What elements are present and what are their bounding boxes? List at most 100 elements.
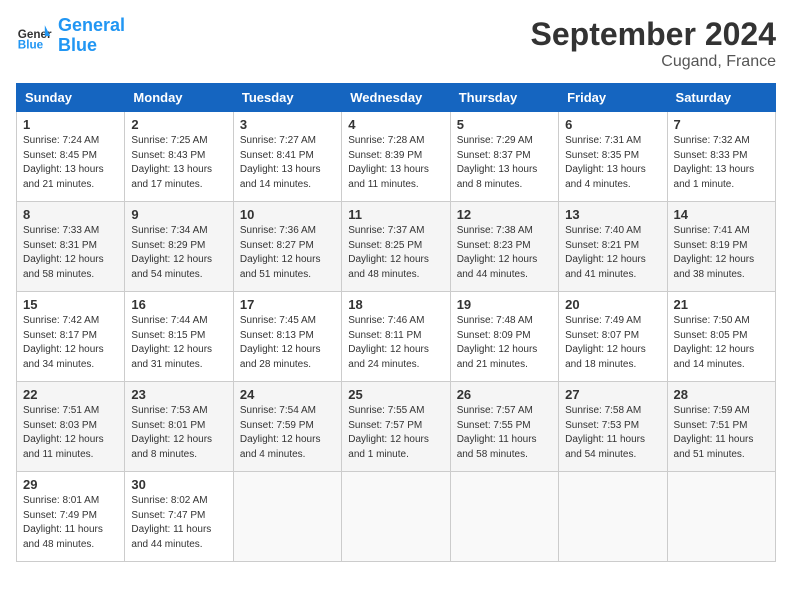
day-info: Sunrise: 7:55 AM Sunset: 7:57 PM Dayligh… — [348, 404, 443, 462]
day-info: Sunrise: 7:50 AM Sunset: 8:05 PM Dayligh… — [674, 314, 769, 372]
day-cell: 10 Sunrise: 7:36 AM Sunset: 8:27 PM Dayli… — [233, 202, 341, 292]
day-number: 1 — [23, 117, 118, 132]
day-info: Sunrise: 7:25 AM Sunset: 8:43 PM Dayligh… — [131, 134, 226, 192]
day-number: 2 — [131, 117, 226, 132]
day-number: 17 — [240, 297, 335, 312]
day-cell: 1 Sunrise: 7:24 AM Sunset: 8:45 PM Daylig… — [17, 112, 125, 202]
day-cell: 7 Sunrise: 7:32 AM Sunset: 8:33 PM Daylig… — [667, 112, 775, 202]
day-cell: 29 Sunrise: 8:01 AM Sunset: 7:49 PM Dayli… — [17, 472, 125, 562]
week-row-2: 8 Sunrise: 7:33 AM Sunset: 8:31 PM Daylig… — [17, 202, 776, 292]
day-cell: 11 Sunrise: 7:37 AM Sunset: 8:25 PM Dayli… — [342, 202, 450, 292]
day-info: Sunrise: 7:57 AM Sunset: 7:55 PM Dayligh… — [457, 404, 552, 462]
day-cell: 24 Sunrise: 7:54 AM Sunset: 7:59 PM Dayli… — [233, 382, 341, 472]
day-info: Sunrise: 7:38 AM Sunset: 8:23 PM Dayligh… — [457, 224, 552, 282]
day-cell: 30 Sunrise: 8:02 AM Sunset: 7:47 PM Dayli… — [125, 472, 233, 562]
location: Cugand, France — [531, 53, 776, 71]
day-info: Sunrise: 7:27 AM Sunset: 8:41 PM Dayligh… — [240, 134, 335, 192]
day-number: 4 — [348, 117, 443, 132]
day-info: Sunrise: 7:45 AM Sunset: 8:13 PM Dayligh… — [240, 314, 335, 372]
day-info: Sunrise: 8:02 AM Sunset: 7:47 PM Dayligh… — [131, 494, 226, 552]
column-headers: SundayMondayTuesdayWednesdayThursdayFrid… — [17, 84, 776, 112]
day-cell: 8 Sunrise: 7:33 AM Sunset: 8:31 PM Daylig… — [17, 202, 125, 292]
day-number: 7 — [674, 117, 769, 132]
day-info: Sunrise: 7:31 AM Sunset: 8:35 PM Dayligh… — [565, 134, 660, 192]
day-info: Sunrise: 7:53 AM Sunset: 8:01 PM Dayligh… — [131, 404, 226, 462]
day-info: Sunrise: 7:24 AM Sunset: 8:45 PM Dayligh… — [23, 134, 118, 192]
day-cell: 16 Sunrise: 7:44 AM Sunset: 8:15 PM Dayli… — [125, 292, 233, 382]
col-tuesday: Tuesday — [233, 84, 341, 112]
day-number: 11 — [348, 207, 443, 222]
day-cell: 27Sunrise: 7:58 AM Sunset: 7:53 PM Dayli… — [559, 382, 667, 472]
day-cell: 12 Sunrise: 7:38 AM Sunset: 8:23 PM Dayli… — [450, 202, 558, 292]
day-cell: 3 Sunrise: 7:27 AM Sunset: 8:41 PM Daylig… — [233, 112, 341, 202]
day-info: Sunrise: 7:33 AM Sunset: 8:31 PM Dayligh… — [23, 224, 118, 282]
day-number: 8 — [23, 207, 118, 222]
week-row-1: 1 Sunrise: 7:24 AM Sunset: 8:45 PM Daylig… — [17, 112, 776, 202]
day-cell: 15 Sunrise: 7:42 AM Sunset: 8:17 PM Dayli… — [17, 292, 125, 382]
day-info: Sunrise: 7:36 AM Sunset: 8:27 PM Dayligh… — [240, 224, 335, 282]
day-number: 12 — [457, 207, 552, 222]
day-cell: 19Sunrise: 7:48 AM Sunset: 8:09 PM Dayli… — [450, 292, 558, 382]
calendar-body: 1 Sunrise: 7:24 AM Sunset: 8:45 PM Daylig… — [17, 112, 776, 562]
day-info: Sunrise: 7:29 AM Sunset: 8:37 PM Dayligh… — [457, 134, 552, 192]
day-cell — [559, 472, 667, 562]
day-info: Sunrise: 7:51 AM Sunset: 8:03 PM Dayligh… — [23, 404, 118, 462]
day-number: 18 — [348, 297, 443, 312]
month-title: September 2024 — [531, 16, 776, 53]
day-cell — [450, 472, 558, 562]
col-thursday: Thursday — [450, 84, 558, 112]
day-cell: 5Sunrise: 7:29 AM Sunset: 8:37 PM Daylig… — [450, 112, 558, 202]
week-row-3: 15 Sunrise: 7:42 AM Sunset: 8:17 PM Dayli… — [17, 292, 776, 382]
day-info: Sunrise: 7:34 AM Sunset: 8:29 PM Dayligh… — [131, 224, 226, 282]
day-info: Sunrise: 7:42 AM Sunset: 8:17 PM Dayligh… — [23, 314, 118, 372]
day-number: 24 — [240, 387, 335, 402]
day-number: 16 — [131, 297, 226, 312]
col-saturday: Saturday — [667, 84, 775, 112]
day-number: 26 — [457, 387, 552, 402]
day-info: Sunrise: 7:40 AM Sunset: 8:21 PM Dayligh… — [565, 224, 660, 282]
day-number: 21 — [674, 297, 769, 312]
day-number: 9 — [131, 207, 226, 222]
day-number: 29 — [23, 477, 118, 492]
day-info: Sunrise: 7:54 AM Sunset: 7:59 PM Dayligh… — [240, 404, 335, 462]
day-number: 30 — [131, 477, 226, 492]
day-cell: 23Sunrise: 7:53 AM Sunset: 8:01 PM Dayli… — [125, 382, 233, 472]
day-cell: 18Sunrise: 7:46 AM Sunset: 8:11 PM Dayli… — [342, 292, 450, 382]
day-cell: 13Sunrise: 7:40 AM Sunset: 8:21 PM Dayli… — [559, 202, 667, 292]
day-number: 3 — [240, 117, 335, 132]
day-number: 10 — [240, 207, 335, 222]
day-cell: 4Sunrise: 7:28 AM Sunset: 8:39 PM Daylig… — [342, 112, 450, 202]
logo: General Blue GeneralBlue — [16, 16, 125, 56]
day-cell — [342, 472, 450, 562]
day-cell: 2 Sunrise: 7:25 AM Sunset: 8:43 PM Daylig… — [125, 112, 233, 202]
day-number: 6 — [565, 117, 660, 132]
day-number: 19 — [457, 297, 552, 312]
day-info: Sunrise: 7:41 AM Sunset: 8:19 PM Dayligh… — [674, 224, 769, 282]
day-number: 14 — [674, 207, 769, 222]
svg-text:Blue: Blue — [18, 38, 44, 51]
day-info: Sunrise: 7:44 AM Sunset: 8:15 PM Dayligh… — [131, 314, 226, 372]
day-cell — [667, 472, 775, 562]
day-cell: 28Sunrise: 7:59 AM Sunset: 7:51 PM Dayli… — [667, 382, 775, 472]
day-cell: 25 Sunrise: 7:55 AM Sunset: 7:57 PM Dayli… — [342, 382, 450, 472]
day-cell: 9 Sunrise: 7:34 AM Sunset: 8:29 PM Daylig… — [125, 202, 233, 292]
day-cell: 22 Sunrise: 7:51 AM Sunset: 8:03 PM Dayli… — [17, 382, 125, 472]
logo-icon: General Blue — [16, 18, 52, 54]
week-row-4: 22 Sunrise: 7:51 AM Sunset: 8:03 PM Dayli… — [17, 382, 776, 472]
col-wednesday: Wednesday — [342, 84, 450, 112]
page-header: General Blue GeneralBlue September 2024 … — [16, 16, 776, 71]
day-number: 20 — [565, 297, 660, 312]
col-sunday: Sunday — [17, 84, 125, 112]
title-block: September 2024 Cugand, France — [531, 16, 776, 71]
day-info: Sunrise: 7:37 AM Sunset: 8:25 PM Dayligh… — [348, 224, 443, 282]
day-number: 15 — [23, 297, 118, 312]
day-number: 25 — [348, 387, 443, 402]
day-cell: 26 Sunrise: 7:57 AM Sunset: 7:55 PM Dayli… — [450, 382, 558, 472]
day-cell — [233, 472, 341, 562]
day-info: Sunrise: 8:01 AM Sunset: 7:49 PM Dayligh… — [23, 494, 118, 552]
day-info: Sunrise: 7:49 AM Sunset: 8:07 PM Dayligh… — [565, 314, 660, 372]
day-number: 22 — [23, 387, 118, 402]
day-info: Sunrise: 7:32 AM Sunset: 8:33 PM Dayligh… — [674, 134, 769, 192]
col-monday: Monday — [125, 84, 233, 112]
calendar-table: SundayMondayTuesdayWednesdayThursdayFrid… — [16, 83, 776, 562]
